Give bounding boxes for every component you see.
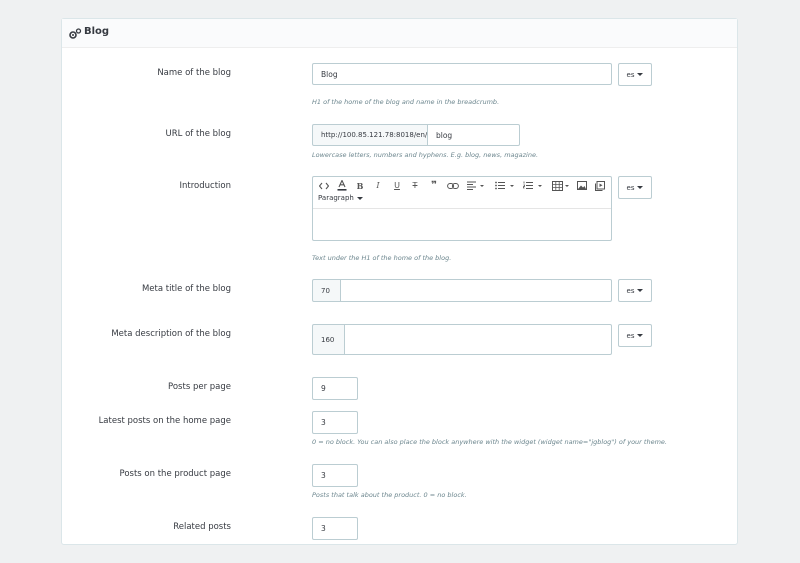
- posts-on-product-value: 3: [321, 471, 326, 480]
- image-icon[interactable]: [576, 179, 588, 192]
- link-icon[interactable]: [446, 179, 460, 192]
- blog-settings-panel: Blog Name of the blog Blog es H1 of the …: [61, 18, 738, 545]
- strikethrough-icon[interactable]: T: [409, 179, 421, 192]
- url-label: URL of the blog: [165, 129, 231, 139]
- latest-posts-home-value: 3: [321, 418, 326, 427]
- related-posts-label: Related posts: [173, 522, 231, 532]
- meta-title-counter: 70: [312, 279, 341, 302]
- name-label: Name of the blog: [157, 68, 231, 78]
- posts-on-product-label: Posts on the product page: [119, 469, 231, 479]
- lang-code: es: [626, 183, 635, 192]
- caret-down-icon: [637, 334, 644, 337]
- posts-per-page-label: Posts per page: [168, 382, 231, 392]
- introduction-lang-dropdown[interactable]: es: [618, 176, 652, 199]
- meta-description-label: Meta description of the blog: [111, 329, 231, 339]
- lang-code: es: [626, 70, 635, 79]
- caret-down-icon: [637, 73, 644, 76]
- meta-title-counter-value: 70: [321, 286, 330, 295]
- bold-icon[interactable]: B: [354, 179, 366, 192]
- related-posts-value: 3: [321, 524, 326, 533]
- name-help: H1 of the home of the blog and name in t…: [312, 98, 500, 106]
- lang-code: es: [626, 286, 635, 295]
- media-icon[interactable]: [594, 179, 606, 192]
- posts-on-product-help: Posts that talk about the product. 0 = n…: [312, 491, 467, 499]
- url-prefix: http://100.85.121.78:8018/en/: [312, 124, 428, 146]
- latest-posts-home-help: 0 = no block. You can also place the blo…: [312, 438, 667, 446]
- caret-down-icon: [356, 196, 363, 200]
- meta-description-input[interactable]: [344, 324, 612, 355]
- url-slug-value: blog: [436, 130, 453, 140]
- posts-per-page-value: 9: [321, 384, 326, 393]
- meta-description-counter: 160: [312, 324, 345, 355]
- url-prefix-text: http://100.85.121.78:8018/en/: [321, 131, 428, 139]
- posts-per-page-input[interactable]: 9: [312, 377, 358, 400]
- meta-title-label: Meta title of the blog: [141, 284, 231, 294]
- italic-icon[interactable]: I: [372, 179, 384, 192]
- editor-toolbar: B I U T ❞ Paragraph: [313, 177, 611, 209]
- numbered-list-icon[interactable]: [522, 179, 544, 192]
- paragraph-format-dropdown[interactable]: Paragraph: [318, 194, 363, 202]
- latest-posts-home-label: Latest posts on the home page: [98, 416, 231, 426]
- posts-on-product-input[interactable]: 3: [312, 464, 358, 487]
- introduction-editor[interactable]: B I U T ❞ Paragraph: [312, 176, 612, 241]
- url-slug-input[interactable]: blog: [427, 124, 520, 146]
- table-icon[interactable]: [551, 179, 571, 192]
- align-icon[interactable]: [466, 179, 486, 192]
- paragraph-format-label: Paragraph: [318, 194, 354, 202]
- underline-icon[interactable]: U: [391, 179, 403, 192]
- caret-down-icon: [637, 186, 644, 189]
- lang-code: es: [626, 331, 635, 340]
- cogs-icon: [68, 26, 82, 40]
- panel-heading: Blog: [62, 19, 737, 48]
- name-lang-dropdown[interactable]: es: [618, 63, 652, 86]
- meta-description-lang-dropdown[interactable]: es: [618, 324, 652, 347]
- meta-description-counter-value: 160: [321, 335, 335, 344]
- source-code-icon[interactable]: [318, 179, 330, 192]
- latest-posts-home-input[interactable]: 3: [312, 411, 358, 434]
- blockquote-icon[interactable]: ❞: [428, 179, 440, 192]
- introduction-help: Text under the H1 of the home of the blo…: [312, 254, 452, 262]
- related-posts-input[interactable]: 3: [312, 517, 358, 540]
- text-color-icon[interactable]: [336, 179, 348, 192]
- caret-down-icon: [637, 289, 644, 292]
- name-value: Blog: [321, 69, 338, 79]
- name-input[interactable]: Blog: [312, 63, 612, 85]
- bullet-list-icon[interactable]: [494, 179, 516, 192]
- introduction-label: Introduction: [179, 181, 231, 191]
- panel-title: Blog: [84, 26, 110, 37]
- meta-title-input[interactable]: [340, 279, 612, 302]
- url-help: Lowercase letters, numbers and hyphens. …: [312, 151, 539, 159]
- meta-title-lang-dropdown[interactable]: es: [618, 279, 652, 302]
